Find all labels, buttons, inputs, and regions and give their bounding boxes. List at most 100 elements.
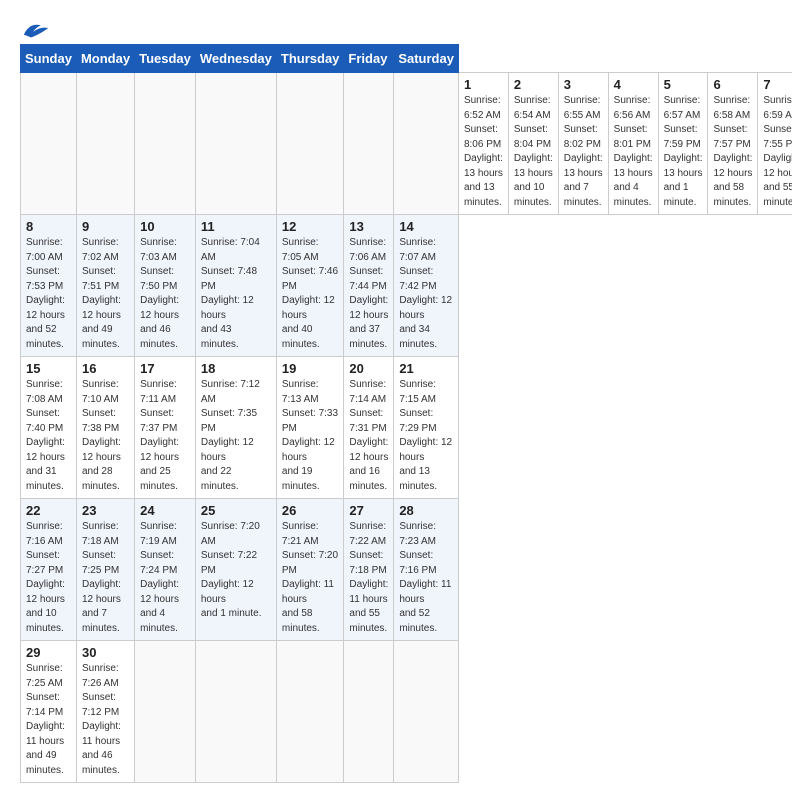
day-number: 30 bbox=[82, 645, 129, 660]
day-number: 23 bbox=[82, 503, 129, 518]
day-info: Sunrise: 6:59 AMSunset: 7:55 PMDaylight:… bbox=[763, 94, 792, 210]
day-info: Sunrise: 7:23 AMSunset: 7:16 PMDaylight:… bbox=[399, 520, 453, 636]
day-info: Sunrise: 6:58 AMSunset: 7:57 PMDaylight:… bbox=[713, 94, 752, 210]
day-info: Sunrise: 7:21 AMSunset: 7:20 PMDaylight:… bbox=[282, 520, 339, 636]
calendar-cell bbox=[195, 641, 276, 783]
calendar-cell bbox=[276, 641, 344, 783]
column-header-thursday: Thursday bbox=[276, 45, 344, 73]
day-number: 4 bbox=[614, 77, 653, 92]
calendar-week-2: 15Sunrise: 7:08 AMSunset: 7:40 PMDayligh… bbox=[21, 357, 792, 499]
calendar-cell bbox=[195, 73, 276, 215]
calendar-cell: 28 Sunrise: 7:23 AMSunset: 7:16 PMDayligh… bbox=[394, 499, 459, 641]
calendar-cell: 24 Sunrise: 7:19 AMSunset: 7:24 PMDayligh… bbox=[135, 499, 196, 641]
day-number: 28 bbox=[399, 503, 453, 518]
day-info: Sunrise: 6:55 AMSunset: 8:02 PMDaylight:… bbox=[564, 94, 603, 210]
calendar-cell: 13 Sunrise: 7:06 AMSunset: 7:44 PMDayligh… bbox=[344, 215, 394, 357]
calendar-cell: 7 Sunrise: 6:59 AMSunset: 7:55 PMDaylight… bbox=[758, 73, 792, 215]
calendar-cell bbox=[276, 73, 344, 215]
calendar-cell: 15Sunrise: 7:08 AMSunset: 7:40 PMDayligh… bbox=[21, 357, 77, 499]
calendar-week-4: 29Sunrise: 7:25 AMSunset: 7:14 PMDayligh… bbox=[21, 641, 792, 783]
calendar-cell: 5 Sunrise: 6:57 AMSunset: 7:59 PMDaylight… bbox=[658, 73, 708, 215]
day-number: 16 bbox=[82, 361, 129, 376]
day-number: 5 bbox=[664, 77, 703, 92]
calendar-week-3: 22Sunrise: 7:16 AMSunset: 7:27 PMDayligh… bbox=[21, 499, 792, 641]
calendar-cell: 26 Sunrise: 7:21 AMSunset: 7:20 PMDayligh… bbox=[276, 499, 344, 641]
day-number: 22 bbox=[26, 503, 71, 518]
column-header-sunday: Sunday bbox=[21, 45, 77, 73]
day-number: 27 bbox=[349, 503, 388, 518]
day-info: Sunrise: 7:10 AMSunset: 7:38 PMDaylight:… bbox=[82, 378, 129, 494]
column-header-saturday: Saturday bbox=[394, 45, 459, 73]
calendar-cell: 12 Sunrise: 7:05 AMSunset: 7:46 PMDayligh… bbox=[276, 215, 344, 357]
day-info: Sunrise: 7:12 AMSunset: 7:35 PMDaylight:… bbox=[201, 378, 271, 494]
day-number: 19 bbox=[282, 361, 339, 376]
calendar-week-0: 1 Sunrise: 6:52 AMSunset: 8:06 PMDaylight… bbox=[21, 73, 792, 215]
day-number: 11 bbox=[201, 219, 271, 234]
day-info: Sunrise: 7:26 AMSunset: 7:12 PMDaylight:… bbox=[82, 662, 129, 778]
day-info: Sunrise: 7:00 AMSunset: 7:53 PMDaylight:… bbox=[26, 236, 71, 352]
day-number: 1 bbox=[464, 77, 503, 92]
calendar-cell: 9Sunrise: 7:02 AMSunset: 7:51 PMDaylight… bbox=[76, 215, 134, 357]
day-info: Sunrise: 7:07 AMSunset: 7:42 PMDaylight:… bbox=[399, 236, 453, 352]
calendar-cell bbox=[344, 73, 394, 215]
calendar-cell: 4Sunrise: 6:56 AMSunset: 8:01 PMDaylight… bbox=[608, 73, 658, 215]
day-number: 29 bbox=[26, 645, 71, 660]
column-header-friday: Friday bbox=[344, 45, 394, 73]
day-number: 20 bbox=[349, 361, 388, 376]
calendar-week-1: 8 Sunrise: 7:00 AMSunset: 7:53 PMDaylight… bbox=[21, 215, 792, 357]
calendar-cell bbox=[21, 73, 77, 215]
calendar-cell: 14 Sunrise: 7:07 AMSunset: 7:42 PMDayligh… bbox=[394, 215, 459, 357]
calendar-cell: 16 Sunrise: 7:10 AMSunset: 7:38 PMDayligh… bbox=[76, 357, 134, 499]
day-number: 12 bbox=[282, 219, 339, 234]
calendar-cell: 18Sunrise: 7:12 AMSunset: 7:35 PMDayligh… bbox=[195, 357, 276, 499]
day-info: Sunrise: 6:52 AMSunset: 8:06 PMDaylight:… bbox=[464, 94, 503, 210]
calendar-cell: 8 Sunrise: 7:00 AMSunset: 7:53 PMDaylight… bbox=[21, 215, 77, 357]
calendar-cell: 2 Sunrise: 6:54 AMSunset: 8:04 PMDaylight… bbox=[508, 73, 558, 215]
calendar-header-row: SundayMondayTuesdayWednesdayThursdayFrid… bbox=[21, 45, 792, 73]
day-info: Sunrise: 7:15 AMSunset: 7:29 PMDaylight:… bbox=[399, 378, 453, 494]
calendar-cell: 21 Sunrise: 7:15 AMSunset: 7:29 PMDayligh… bbox=[394, 357, 459, 499]
day-number: 7 bbox=[763, 77, 792, 92]
day-info: Sunrise: 7:05 AMSunset: 7:46 PMDaylight:… bbox=[282, 236, 339, 352]
calendar-cell bbox=[394, 73, 459, 215]
calendar-cell: 17 Sunrise: 7:11 AMSunset: 7:37 PMDayligh… bbox=[135, 357, 196, 499]
day-number: 8 bbox=[26, 219, 71, 234]
calendar-cell: 10 Sunrise: 7:03 AMSunset: 7:50 PMDayligh… bbox=[135, 215, 196, 357]
logo bbox=[20, 20, 50, 34]
day-info: Sunrise: 7:14 AMSunset: 7:31 PMDaylight:… bbox=[349, 378, 388, 494]
day-number: 14 bbox=[399, 219, 453, 234]
day-info: Sunrise: 7:18 AMSunset: 7:25 PMDaylight:… bbox=[82, 520, 129, 636]
logo-bird-icon bbox=[22, 20, 50, 40]
day-number: 9 bbox=[82, 219, 129, 234]
day-number: 10 bbox=[140, 219, 190, 234]
day-info: Sunrise: 6:54 AMSunset: 8:04 PMDaylight:… bbox=[514, 94, 553, 210]
day-number: 13 bbox=[349, 219, 388, 234]
day-number: 21 bbox=[399, 361, 453, 376]
day-info: Sunrise: 7:11 AMSunset: 7:37 PMDaylight:… bbox=[140, 378, 190, 494]
day-info: Sunrise: 7:22 AMSunset: 7:18 PMDaylight:… bbox=[349, 520, 388, 636]
calendar-cell: 1 Sunrise: 6:52 AMSunset: 8:06 PMDaylight… bbox=[458, 73, 508, 215]
column-header-monday: Monday bbox=[76, 45, 134, 73]
calendar-cell bbox=[135, 641, 196, 783]
column-header-tuesday: Tuesday bbox=[135, 45, 196, 73]
day-number: 2 bbox=[514, 77, 553, 92]
calendar-body: 1 Sunrise: 6:52 AMSunset: 8:06 PMDaylight… bbox=[21, 73, 792, 783]
day-number: 6 bbox=[713, 77, 752, 92]
calendar-cell: 22Sunrise: 7:16 AMSunset: 7:27 PMDayligh… bbox=[21, 499, 77, 641]
calendar-cell: 20 Sunrise: 7:14 AMSunset: 7:31 PMDayligh… bbox=[344, 357, 394, 499]
day-info: Sunrise: 7:03 AMSunset: 7:50 PMDaylight:… bbox=[140, 236, 190, 352]
calendar-cell: 29Sunrise: 7:25 AMSunset: 7:14 PMDayligh… bbox=[21, 641, 77, 783]
day-number: 26 bbox=[282, 503, 339, 518]
day-number: 24 bbox=[140, 503, 190, 518]
calendar-cell: 3Sunrise: 6:55 AMSunset: 8:02 PMDaylight… bbox=[558, 73, 608, 215]
calendar-cell: 30 Sunrise: 7:26 AMSunset: 7:12 PMDayligh… bbox=[76, 641, 134, 783]
day-number: 25 bbox=[201, 503, 271, 518]
day-info: Sunrise: 7:04 AMSunset: 7:48 PMDaylight:… bbox=[201, 236, 271, 352]
day-info: Sunrise: 7:06 AMSunset: 7:44 PMDaylight:… bbox=[349, 236, 388, 352]
column-header-wednesday: Wednesday bbox=[195, 45, 276, 73]
calendar-cell: 23 Sunrise: 7:18 AMSunset: 7:25 PMDayligh… bbox=[76, 499, 134, 641]
day-info: Sunrise: 6:57 AMSunset: 7:59 PMDaylight:… bbox=[664, 94, 703, 210]
day-info: Sunrise: 7:20 AMSunset: 7:22 PMDaylight:… bbox=[201, 520, 271, 622]
day-number: 17 bbox=[140, 361, 190, 376]
day-info: Sunrise: 7:19 AMSunset: 7:24 PMDaylight:… bbox=[140, 520, 190, 636]
